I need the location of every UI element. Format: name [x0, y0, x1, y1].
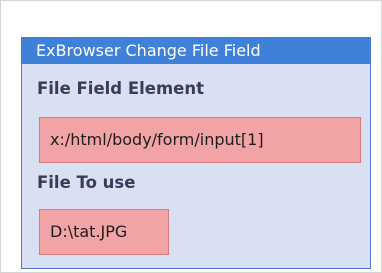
- activity-title[interactable]: ExBrowser Change File Field: [22, 38, 370, 64]
- file-to-use-input[interactable]: D:\tat.JPG: [39, 209, 169, 255]
- change-file-field-activity[interactable]: ExBrowser Change File Field File Field E…: [21, 37, 371, 269]
- file-field-element-label: File Field Element: [37, 79, 204, 98]
- file-field-element-input[interactable]: x:/html/body/form/input[1]: [39, 117, 361, 163]
- designer-canvas: ExBrowser Change File Field File Field E…: [0, 0, 382, 273]
- file-to-use-label: File To use: [37, 173, 136, 192]
